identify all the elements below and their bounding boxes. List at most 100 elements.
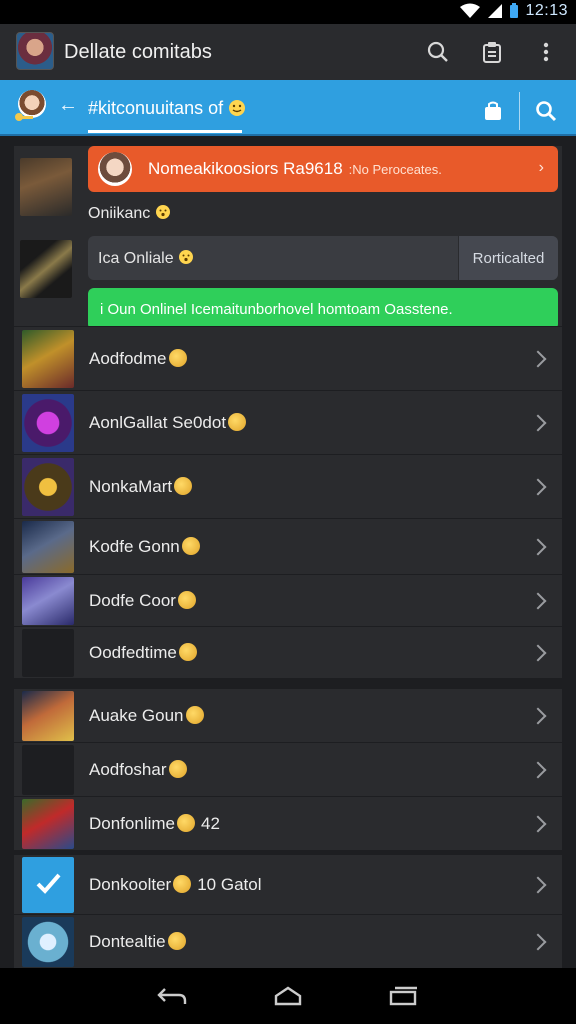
green-banner-text: i Oun Onlinel Icemaitunborhovel homtoam …	[100, 300, 453, 318]
clipboard-button[interactable]	[478, 38, 506, 66]
appbar-actions	[424, 38, 560, 66]
gray-banner-button[interactable]: Rorticalted	[458, 236, 558, 280]
chevron-right-icon	[529, 644, 547, 662]
online-label-text: Oniikanc	[88, 205, 151, 222]
contact-thumbnail	[22, 629, 74, 677]
bag-icon	[485, 101, 501, 120]
thumb-dagger[interactable]	[20, 240, 72, 298]
emoji-icon	[181, 537, 200, 555]
tab-search-button[interactable]	[530, 95, 562, 127]
contact-name-text: AonlGallat Se0dot	[89, 413, 227, 432]
status-icons: 12:13	[459, 2, 568, 20]
more-vert-icon	[543, 42, 549, 62]
app-title: Dellate comitabs	[64, 41, 212, 63]
contact-row[interactable]: AonlGallat Se0dot	[14, 390, 562, 454]
recents-icon	[389, 986, 417, 1006]
contact-row[interactable]: Kodfe Gonn	[14, 518, 562, 574]
contact-name: Kodfe Gonn	[89, 537, 200, 557]
emoji-icon	[173, 875, 192, 893]
contact-name-text: Oodfedtime	[89, 643, 177, 662]
contact-row[interactable]: Dontealtie	[14, 914, 562, 968]
banner-title: Nomeakikoosiors Ra9618	[148, 159, 343, 178]
app-avatar[interactable]	[16, 32, 54, 70]
contact-name-text: Auake Goun	[89, 706, 184, 725]
contact-extra: 42	[201, 814, 220, 833]
banner-avatar	[98, 152, 132, 186]
contact-thumbnail	[22, 330, 74, 388]
contact-row[interactable]: Oodfedtime	[14, 626, 562, 678]
home-icon	[274, 986, 302, 1006]
chevron-right-icon	[529, 815, 547, 833]
wifi-icon	[460, 3, 481, 18]
gray-banner-text: Ica Onliale	[98, 249, 194, 268]
thumb-warrior[interactable]	[20, 158, 72, 216]
status-bar-gray: Ica Onliale Rorticalted	[88, 236, 558, 280]
tab-title[interactable]: #kitconuuitans of	[88, 98, 246, 119]
chevron-right-icon	[529, 933, 547, 951]
key-icon	[15, 113, 33, 121]
tab-divider	[519, 92, 520, 130]
chevron-right-icon	[529, 414, 547, 432]
contact-row[interactable]: Dodfe Coor	[14, 574, 562, 626]
contact-extra: 10 Gatol	[197, 875, 262, 894]
contact-row[interactable]: Aodfodme	[14, 326, 562, 390]
emoji-icon	[167, 932, 186, 950]
contact-thumbnail	[22, 691, 74, 741]
contact-name-text: Aodfoshar	[89, 760, 167, 779]
chevron-right-icon	[529, 876, 547, 894]
back-arrow-icon[interactable]: ←	[58, 94, 78, 117]
contact-name: AonlGallat Se0dot	[89, 413, 247, 433]
contact-name-text: Dontealtie	[89, 932, 166, 951]
bag-button[interactable]	[477, 95, 509, 127]
contact-name: NonkaMart	[89, 477, 193, 497]
emoji-icon	[179, 249, 194, 264]
tab-indicator	[88, 130, 242, 133]
contact-thumbnail	[22, 799, 74, 849]
online-banner[interactable]: i Oun Onlinel Icemaitunborhovel homtoam …	[88, 288, 558, 330]
online-label: Oniikanc	[88, 204, 171, 223]
check-icon	[36, 873, 61, 894]
tab-title-text: #kitconuuitans of	[88, 98, 224, 118]
battery-icon	[510, 3, 519, 18]
contact-name-text: Aodfodme	[89, 349, 167, 368]
emoji-icon	[168, 760, 187, 778]
contact-row[interactable]: Donfonlime 42	[14, 796, 562, 850]
contact-name-text: Kodfe Gonn	[89, 537, 180, 556]
contact-name: Donkoolter 10 Gatol	[89, 875, 261, 895]
contact-row[interactable]: Auake Goun	[14, 688, 562, 742]
signal-icon	[488, 4, 503, 18]
banner-subtitle: :No Peroceates.	[348, 161, 442, 177]
contact-name: Aodfodme	[89, 349, 187, 369]
contact-name: Oodfedtime	[89, 643, 197, 663]
contact-thumbnail	[22, 521, 74, 573]
emoji-icon	[174, 477, 193, 495]
app-bar: Dellate comitabs	[0, 24, 576, 80]
emoji-icon	[185, 706, 204, 724]
emoji-icon	[229, 100, 246, 116]
emoji-icon	[178, 643, 197, 661]
chevron-right-icon	[529, 707, 547, 725]
nav-home-button[interactable]	[268, 976, 308, 1016]
chevron-right-icon: ›	[538, 159, 544, 176]
contact-row[interactable]: Donkoolter 10 Gatol	[14, 854, 562, 914]
search-icon	[536, 101, 557, 122]
status-bar: 12:13	[0, 0, 576, 24]
notification-banner[interactable]: Nomeakikoosiors Ra9618 :No Peroceates. ›	[88, 146, 558, 192]
contact-row[interactable]: NonkaMart	[14, 454, 562, 518]
contact-row[interactable]: Aodfoshar	[14, 742, 562, 796]
search-button[interactable]	[424, 38, 452, 66]
more-options-button[interactable]	[532, 38, 560, 66]
nav-recents-button[interactable]	[384, 976, 424, 1016]
nav-back-button[interactable]	[152, 976, 192, 1016]
emoji-icon	[168, 349, 187, 367]
content-area: Nomeakikoosiors Ra9618 :No Peroceates. ›…	[0, 136, 576, 968]
chevron-right-icon	[529, 538, 547, 556]
contact-thumbnail	[22, 458, 74, 516]
search-icon	[427, 41, 448, 62]
chevron-right-icon	[529, 592, 547, 610]
chevron-right-icon	[529, 478, 547, 496]
contact-name: Aodfoshar	[89, 760, 187, 780]
contact-thumbnail	[22, 394, 74, 452]
emoji-icon	[228, 413, 247, 431]
contact-name: Auake Goun	[89, 706, 204, 726]
